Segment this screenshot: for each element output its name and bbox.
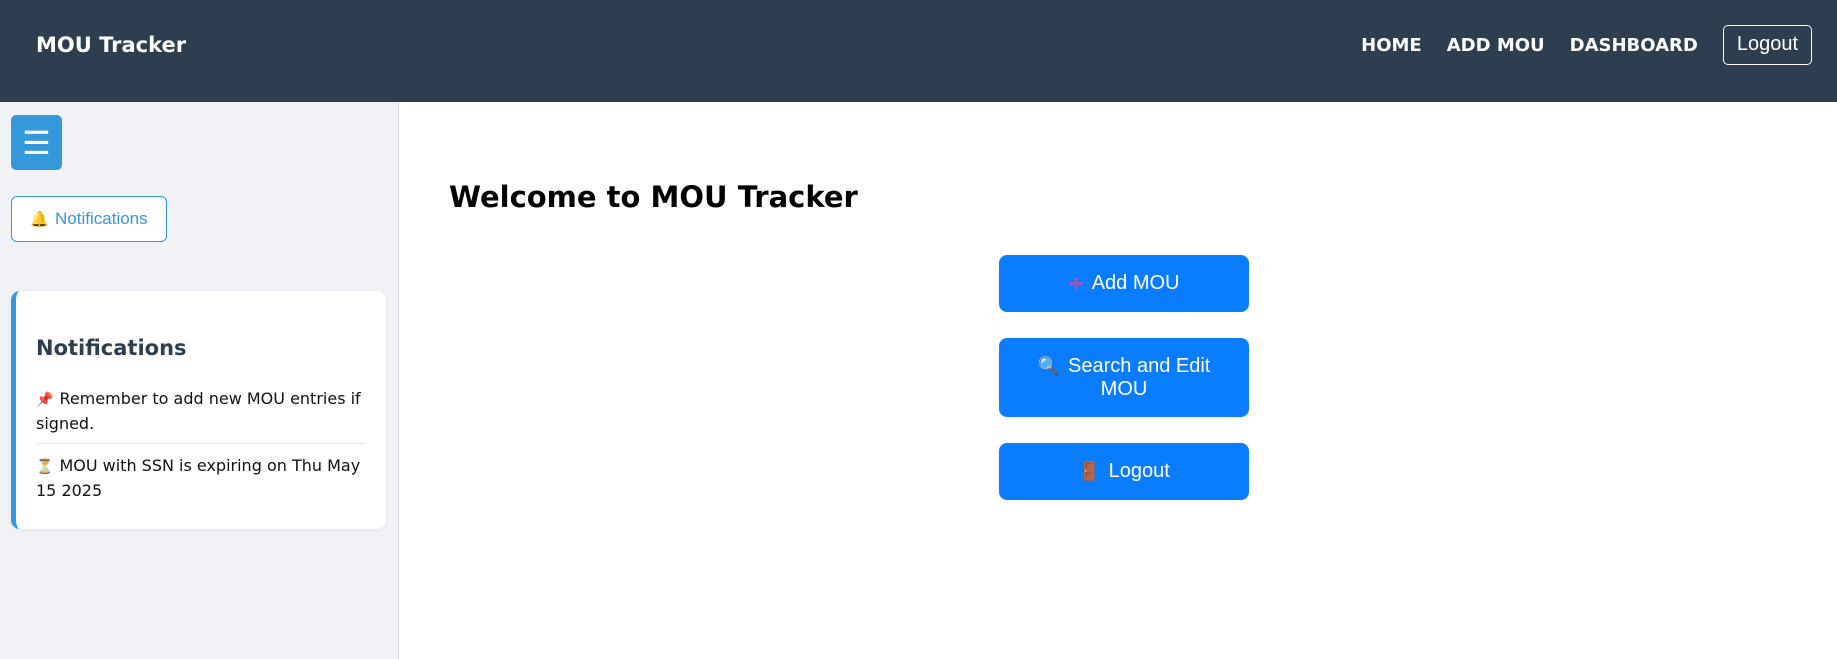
add-mou-button[interactable]: + Add MOU — [999, 255, 1249, 312]
nav-links: HOME ADD MOU DASHBOARD Logout — [1361, 25, 1812, 65]
add-mou-button-label: Add MOU — [1091, 272, 1180, 294]
notifications-button-label: Notifications — [55, 209, 148, 228]
top-navbar: MOU Tracker HOME ADD MOU DASHBOARD Logou… — [0, 0, 1837, 102]
hourglass-icon: ⏳ — [36, 459, 54, 475]
notification-text: MOU with SSN is expiring on Thu May 15 2… — [36, 456, 361, 500]
pin-icon: 📌 — [36, 392, 54, 408]
search-edit-mou-label-text: Search and Edit MOU — [1068, 354, 1211, 400]
search-edit-mou-button[interactable]: 🔍 Search and Edit MOU — [999, 338, 1249, 417]
sidebar: ☰ 🔔 Notifications Notifications 📌 Remembe… — [0, 102, 399, 659]
nav-link-add-mou[interactable]: ADD MOU — [1447, 35, 1545, 56]
plus-icon: + — [1068, 268, 1084, 298]
nav-link-dashboard[interactable]: DASHBOARD — [1570, 35, 1698, 56]
notifications-list: 📌 Remember to add new MOU entries if sign… — [36, 387, 366, 520]
logout-button-label: Logout — [1108, 460, 1170, 482]
notification-item: ⏳ MOU with SSN is expiring on Thu May 15 … — [36, 454, 366, 510]
search-icon: 🔍 — [1037, 355, 1061, 376]
bell-icon: 🔔 — [30, 211, 50, 228]
notifications-button[interactable]: 🔔 Notifications — [11, 196, 167, 242]
nav-link-home[interactable]: HOME — [1361, 35, 1422, 56]
notification-text: Remember to add new MOU entries if signe… — [36, 389, 361, 433]
page-title: Welcome to MOU Tracker — [449, 180, 858, 214]
nav-logout-button[interactable]: Logout — [1722, 25, 1812, 65]
notifications-panel: Notifications 📌 Remember to add new MOU e… — [11, 291, 386, 529]
menu-toggle-button[interactable]: ☰ — [11, 115, 62, 170]
hamburger-icon: ☰ — [22, 124, 51, 161]
brand-title[interactable]: MOU Tracker — [36, 33, 186, 57]
logout-button[interactable]: 🚪 Logout — [999, 443, 1249, 500]
door-icon: 🚪 — [1078, 461, 1101, 481]
notifications-panel-title: Notifications — [36, 336, 187, 360]
main-content: Welcome to MOU Tracker + Add MOU 🔍 Search… — [400, 102, 1837, 659]
search-edit-mou-button-label: 🔍 Search and Edit MOU — [1019, 355, 1229, 401]
notification-item: 📌 Remember to add new MOU entries if sign… — [36, 387, 366, 444]
